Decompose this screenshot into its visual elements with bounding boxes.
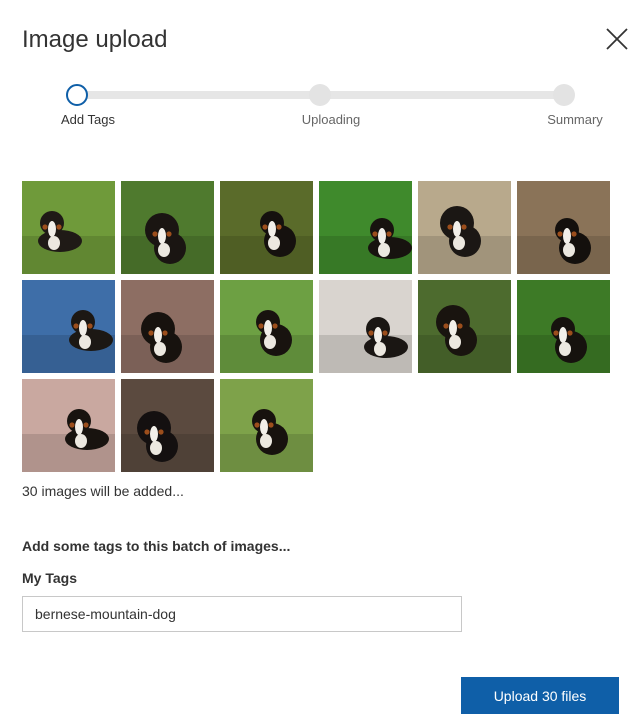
dog-photo-icon xyxy=(517,280,610,373)
dog-photo-icon xyxy=(418,181,511,274)
image-thumbnail xyxy=(121,181,214,274)
dog-photo-icon xyxy=(319,181,412,274)
image-thumbnail xyxy=(22,181,115,274)
image-thumbnail xyxy=(220,181,313,274)
dog-photo-icon xyxy=(517,181,610,274)
image-count-note: 30 images will be added... xyxy=(22,483,184,499)
image-thumbnail xyxy=(121,280,214,373)
image-thumbnail xyxy=(418,280,511,373)
dog-photo-icon xyxy=(418,280,511,373)
my-tags-label: My Tags xyxy=(22,570,77,586)
step-label-uploading: Uploading xyxy=(301,112,361,127)
my-tags-input[interactable] xyxy=(22,596,462,632)
dog-photo-icon xyxy=(22,379,115,472)
image-thumbnail xyxy=(319,181,412,274)
step-dot-uploading xyxy=(309,84,331,106)
step-label-add-tags: Add Tags xyxy=(61,112,115,127)
image-thumbnail xyxy=(319,280,412,373)
dog-photo-icon xyxy=(121,280,214,373)
dog-photo-icon xyxy=(121,379,214,472)
dog-photo-icon xyxy=(22,280,115,373)
image-thumbnail xyxy=(517,181,610,274)
step-dot-summary xyxy=(553,84,575,106)
dog-photo-icon xyxy=(22,181,115,274)
dog-photo-icon xyxy=(220,181,313,274)
image-thumbnail xyxy=(121,379,214,472)
image-thumbnail xyxy=(220,379,313,472)
image-thumbnail xyxy=(418,181,511,274)
step-dot-add-tags xyxy=(66,84,88,106)
dog-photo-icon xyxy=(220,379,313,472)
tags-heading: Add some tags to this batch of images... xyxy=(22,538,291,554)
close-icon xyxy=(606,28,628,50)
progress-stepper: Add Tags Uploading Summary xyxy=(0,78,640,138)
step-label-summary: Summary xyxy=(547,112,603,127)
upload-button[interactable]: Upload 30 files xyxy=(461,677,619,714)
image-thumbnail xyxy=(22,280,115,373)
dog-photo-icon xyxy=(121,181,214,274)
image-thumbnail xyxy=(22,379,115,472)
dog-photo-icon xyxy=(220,280,313,373)
image-thumbnail xyxy=(220,280,313,373)
image-thumbnail xyxy=(517,280,610,373)
image-upload-dialog: Image upload Add Tags Uploading Summary … xyxy=(0,0,640,720)
dog-photo-icon xyxy=(319,280,412,373)
close-button[interactable] xyxy=(604,26,630,52)
dialog-title: Image upload xyxy=(22,26,168,53)
